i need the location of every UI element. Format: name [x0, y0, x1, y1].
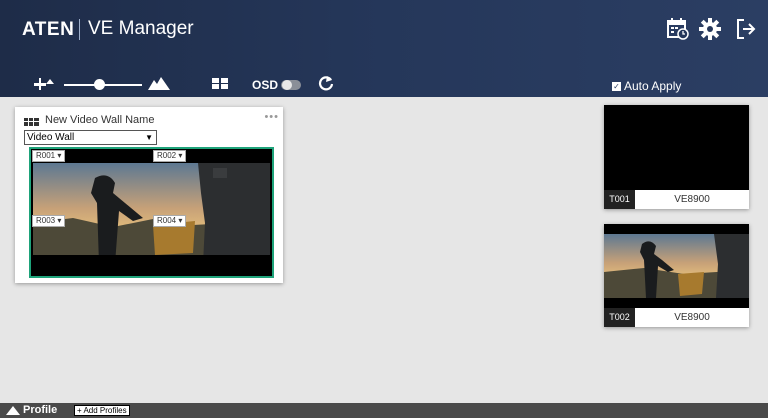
refresh-icon[interactable] — [318, 75, 334, 91]
receiver-label: R004 — [157, 216, 177, 225]
osd-label: OSD — [252, 78, 279, 92]
video-wall-name[interactable]: New Video Wall Name — [45, 114, 154, 126]
app-title: VE Manager — [88, 18, 194, 39]
video-wall-grid-icon — [24, 118, 39, 126]
more-options-icon[interactable]: ••• — [264, 111, 279, 123]
wall-preview-image — [33, 163, 270, 264]
osd-toggle-knob[interactable] — [282, 80, 292, 90]
wall-mode-select[interactable]: Video Wall ▼ — [24, 130, 157, 145]
receiver-select-r001[interactable]: R001 ▾ — [32, 150, 66, 162]
video-wall-display[interactable]: R001 ▾ R002 ▾ R003 ▾ R004 ▾ — [29, 147, 274, 278]
transmitter-preview — [604, 105, 749, 190]
transmitter-card-t001[interactable]: T001 VE8900 — [604, 105, 749, 209]
logout-icon[interactable] — [735, 18, 757, 40]
add-profiles-button[interactable]: + Add Profiles — [74, 405, 130, 416]
settings-gear-icon[interactable] — [699, 18, 721, 40]
brightness-low-icon[interactable] — [34, 76, 54, 90]
expand-up-icon[interactable] — [6, 406, 20, 415]
transmitter-id: T001 — [604, 190, 635, 209]
receiver-label: R002 — [157, 151, 177, 160]
auto-apply-checkbox[interactable]: ✓ — [612, 81, 621, 91]
video-wall-card[interactable]: New Video Wall Name ••• Video Wall ▼ R00… — [15, 107, 283, 283]
brightness-high-icon[interactable] — [148, 76, 170, 90]
transmitter-model: VE8900 — [674, 194, 710, 205]
transmitter-id: T002 — [604, 308, 635, 327]
brand-text: ATEN — [22, 19, 75, 40]
layout-grid-icon[interactable] — [212, 78, 228, 89]
profile-label[interactable]: Profile — [23, 403, 57, 418]
transmitter-preview — [604, 224, 749, 308]
transmitter-model: VE8900 — [674, 312, 710, 323]
schedule-calendar-icon[interactable] — [667, 18, 689, 40]
chevron-down-icon: ▼ — [145, 133, 153, 142]
receiver-select-r004[interactable]: R004 ▾ — [153, 215, 187, 227]
receiver-select-r002[interactable]: R002 ▾ — [153, 150, 187, 162]
receiver-label: R003 — [36, 216, 56, 225]
title-separator — [79, 19, 80, 40]
transmitter-card-t002[interactable]: T002 VE8900 — [604, 224, 749, 327]
receiver-select-r003[interactable]: R003 ▾ — [32, 215, 66, 227]
brand-logo: ATEN — [22, 19, 74, 41]
auto-apply-option[interactable]: ✓ Auto Apply — [612, 79, 681, 93]
wall-mode-value: Video Wall — [27, 132, 75, 143]
brightness-slider-handle[interactable] — [94, 79, 105, 90]
auto-apply-label: Auto Apply — [624, 79, 682, 93]
receiver-label: R001 — [36, 151, 56, 160]
